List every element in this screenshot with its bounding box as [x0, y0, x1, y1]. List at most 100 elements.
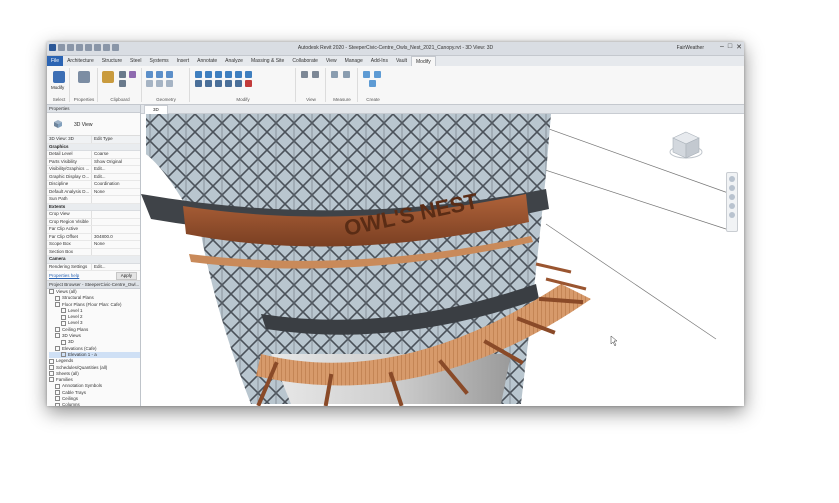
3d-viewport[interactable]: OWL'S NEST	[141, 114, 744, 406]
override-icon[interactable]	[312, 71, 319, 78]
measure-tool-icon[interactable]	[331, 71, 338, 78]
array-icon[interactable]	[225, 80, 232, 87]
browser-node[interactable]: Columns	[49, 402, 140, 406]
offset-icon[interactable]	[205, 71, 212, 78]
dimension-icon[interactable]	[343, 71, 350, 78]
user-name[interactable]: FairWeather	[677, 45, 704, 51]
property-section-header[interactable]: Camera	[47, 256, 140, 264]
modify-button-label[interactable]: Modify	[51, 85, 64, 90]
expand-toggle-icon[interactable]	[55, 301, 60, 307]
view-cube[interactable]	[669, 131, 703, 159]
copy-icon[interactable]	[119, 80, 126, 87]
paste-icon[interactable]	[102, 71, 114, 83]
expand-toggle-icon[interactable]	[49, 289, 54, 295]
expand-toggle-icon[interactable]	[55, 396, 60, 402]
expand-toggle-icon[interactable]	[55, 383, 60, 389]
property-value[interactable]: None	[91, 188, 140, 195]
zoom-extents-icon[interactable]	[729, 212, 735, 218]
delete-icon[interactable]	[245, 80, 252, 87]
create-assembly-icon[interactable]	[363, 71, 370, 78]
demolish-icon[interactable]	[166, 80, 173, 87]
expand-toggle-icon[interactable]	[61, 352, 66, 358]
close-button[interactable]: ✕	[736, 43, 742, 51]
mirror-icon[interactable]	[215, 71, 222, 78]
tab-analyze[interactable]: Analyze	[221, 56, 247, 66]
expand-toggle-icon[interactable]	[61, 314, 66, 320]
tab-vault[interactable]: Vault	[392, 56, 411, 66]
orbit-icon[interactable]	[729, 203, 735, 209]
tab-collaborate[interactable]: Collaborate	[288, 56, 322, 66]
copy-element-icon[interactable]	[205, 80, 212, 87]
zoom-icon[interactable]	[729, 185, 735, 191]
property-value[interactable]: Edit...	[91, 263, 140, 270]
expand-toggle-icon[interactable]	[61, 339, 66, 345]
maximize-button[interactable]: □	[728, 43, 732, 51]
tab-steel[interactable]: Steel	[126, 56, 145, 66]
expand-toggle-icon[interactable]	[55, 327, 60, 333]
tab-file[interactable]: File	[47, 56, 64, 66]
property-value[interactable]: 304800.0	[91, 233, 140, 240]
tab-manage[interactable]: Manage	[341, 56, 367, 66]
tab-architecture[interactable]: Architecture	[63, 56, 98, 66]
split-icon[interactable]	[235, 71, 242, 78]
rotate-icon[interactable]	[215, 80, 222, 87]
expand-toggle-icon[interactable]	[49, 364, 54, 370]
property-value[interactable]: Edit...	[91, 173, 140, 180]
expand-toggle-icon[interactable]	[61, 308, 66, 314]
move-icon[interactable]	[195, 80, 202, 87]
split-face-icon[interactable]	[146, 80, 153, 87]
property-value[interactable]: None	[91, 241, 140, 248]
expand-toggle-icon[interactable]	[55, 390, 60, 396]
tab-3d-view[interactable]: 3D	[144, 105, 168, 114]
edit-type-button[interactable]: Edit Type	[91, 136, 140, 143]
join-icon[interactable]	[166, 71, 173, 78]
tab-structure[interactable]: Structure	[98, 56, 126, 66]
apply-button[interactable]: Apply	[115, 272, 137, 280]
cut-icon[interactable]	[119, 71, 126, 78]
instance-selector[interactable]: 3D View: 3D	[47, 136, 91, 143]
type-selector[interactable]: 3D View	[47, 113, 140, 136]
expand-toggle-icon[interactable]	[55, 402, 60, 406]
minimize-button[interactable]: –	[720, 43, 724, 51]
pan-icon[interactable]	[729, 194, 735, 200]
property-value[interactable]	[91, 226, 140, 233]
property-value[interactable]: Show Original	[91, 158, 140, 165]
tab-insert[interactable]: Insert	[173, 56, 194, 66]
modify-cursor-icon[interactable]	[53, 71, 65, 83]
hide-icon[interactable]	[301, 71, 308, 78]
property-section-header[interactable]: Extents	[47, 203, 140, 211]
trim-icon[interactable]	[245, 71, 252, 78]
align-icon[interactable]	[195, 71, 202, 78]
property-value[interactable]	[91, 248, 140, 255]
property-section-header[interactable]: Graphics	[47, 143, 140, 151]
tab-massing-site[interactable]: Massing & Site	[247, 56, 288, 66]
create-parts-icon[interactable]	[374, 71, 381, 78]
tab-systems[interactable]: Systems	[145, 56, 172, 66]
cope-icon[interactable]	[146, 71, 153, 78]
cut-geometry-icon[interactable]	[156, 71, 163, 78]
property-value[interactable]: Coordination	[91, 181, 140, 188]
full-navigation-wheel-icon[interactable]	[729, 176, 735, 182]
tab-add-ins[interactable]: Add-Ins	[367, 56, 392, 66]
expand-toggle-icon[interactable]	[55, 345, 60, 351]
expand-toggle-icon[interactable]	[49, 377, 54, 383]
expand-toggle-icon[interactable]	[49, 358, 54, 364]
property-value[interactable]	[91, 218, 140, 225]
expand-toggle-icon[interactable]	[55, 295, 60, 301]
scale-icon[interactable]	[235, 80, 242, 87]
property-value[interactable]	[91, 211, 140, 218]
create-group-icon[interactable]	[369, 80, 376, 87]
expand-toggle-icon[interactable]	[55, 333, 60, 339]
tab-annotate[interactable]: Annotate	[193, 56, 221, 66]
match-icon[interactable]	[129, 71, 136, 78]
tab-modify[interactable]: Modify	[411, 55, 436, 67]
expand-toggle-icon[interactable]	[61, 320, 66, 326]
paint-icon[interactable]	[156, 80, 163, 87]
property-value[interactable]: Edit...	[91, 166, 140, 173]
properties-icon[interactable]	[78, 71, 90, 83]
properties-help-link[interactable]: Properties help	[49, 271, 79, 280]
mirror-draw-icon[interactable]	[225, 71, 232, 78]
property-value[interactable]	[91, 196, 140, 203]
expand-toggle-icon[interactable]	[49, 371, 54, 377]
property-value[interactable]: Coarse	[91, 151, 140, 158]
